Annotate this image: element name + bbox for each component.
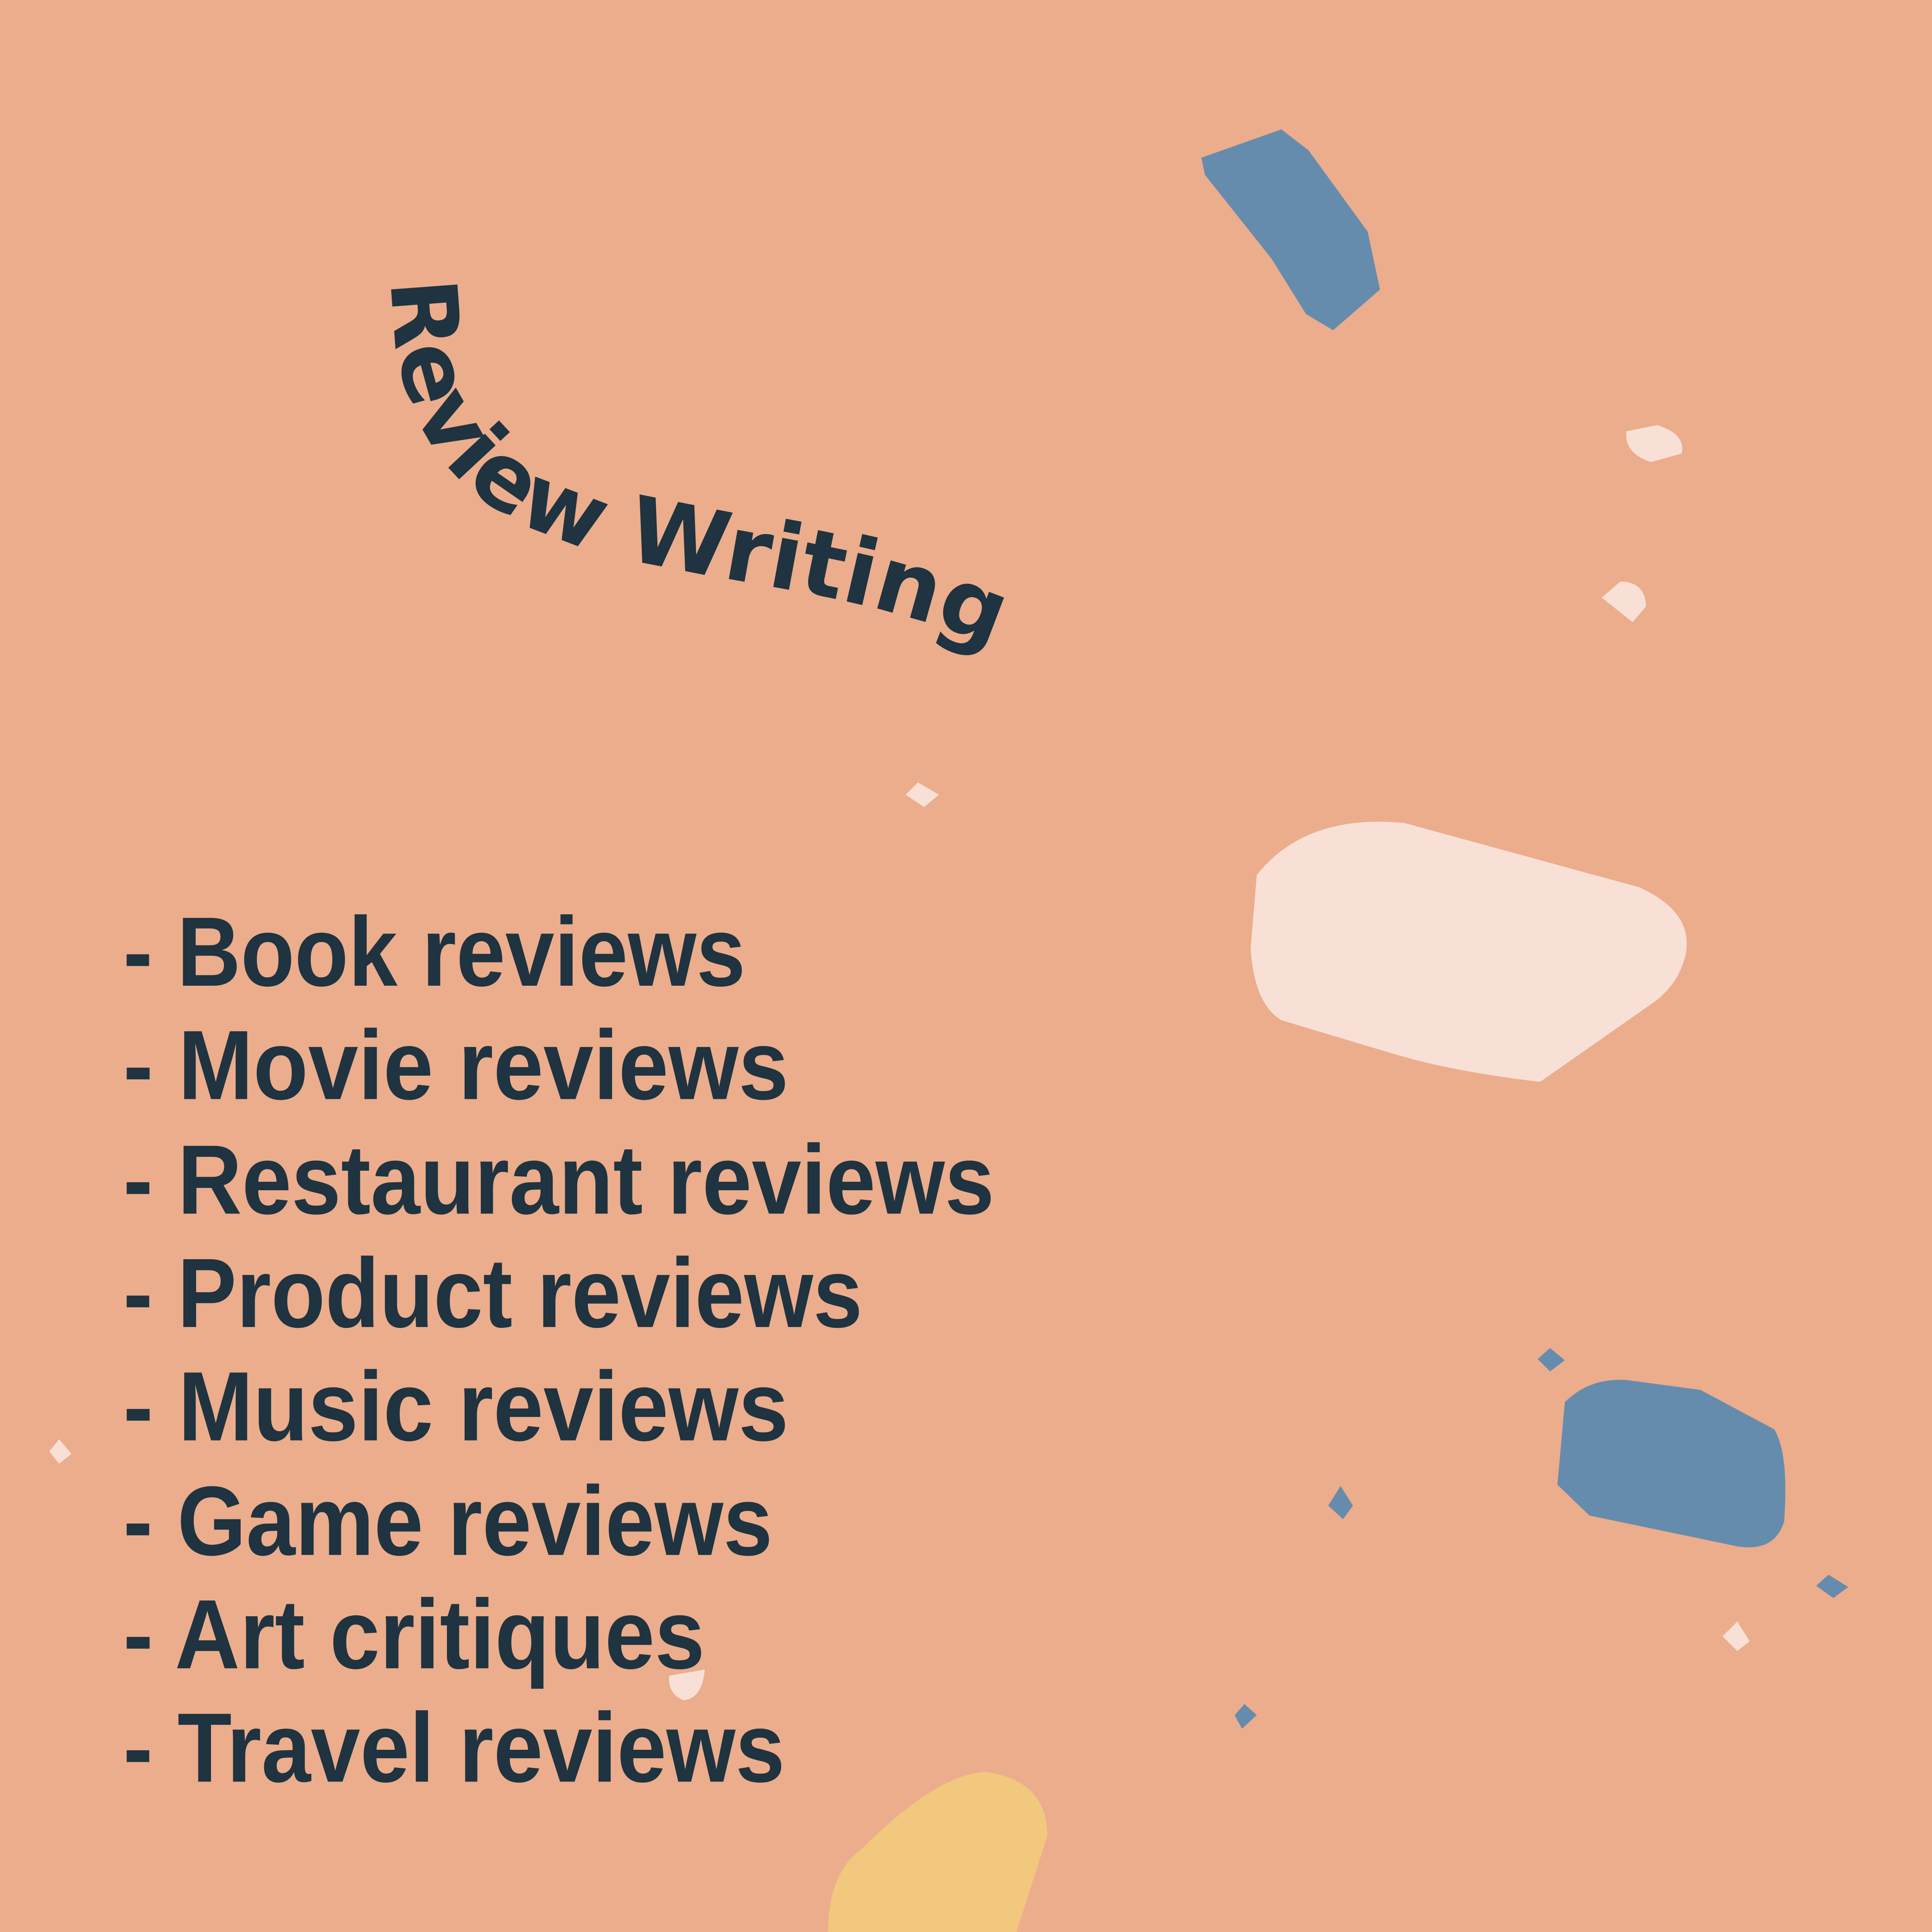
list-item: - Book reviews <box>123 897 746 1007</box>
list-item: - Restaurant reviews <box>123 1125 995 1235</box>
list-item: - Art critiques <box>123 1580 705 1690</box>
poster: Review Writing - Book reviews - Movie re… <box>0 0 1932 1932</box>
list-item: - Movie reviews <box>123 1011 789 1121</box>
list-item: - Game reviews <box>123 1467 773 1576</box>
list-item: - Product reviews <box>123 1238 863 1348</box>
list-item: - Travel reviews <box>123 1693 785 1803</box>
list-item: - Music reviews <box>123 1352 789 1462</box>
